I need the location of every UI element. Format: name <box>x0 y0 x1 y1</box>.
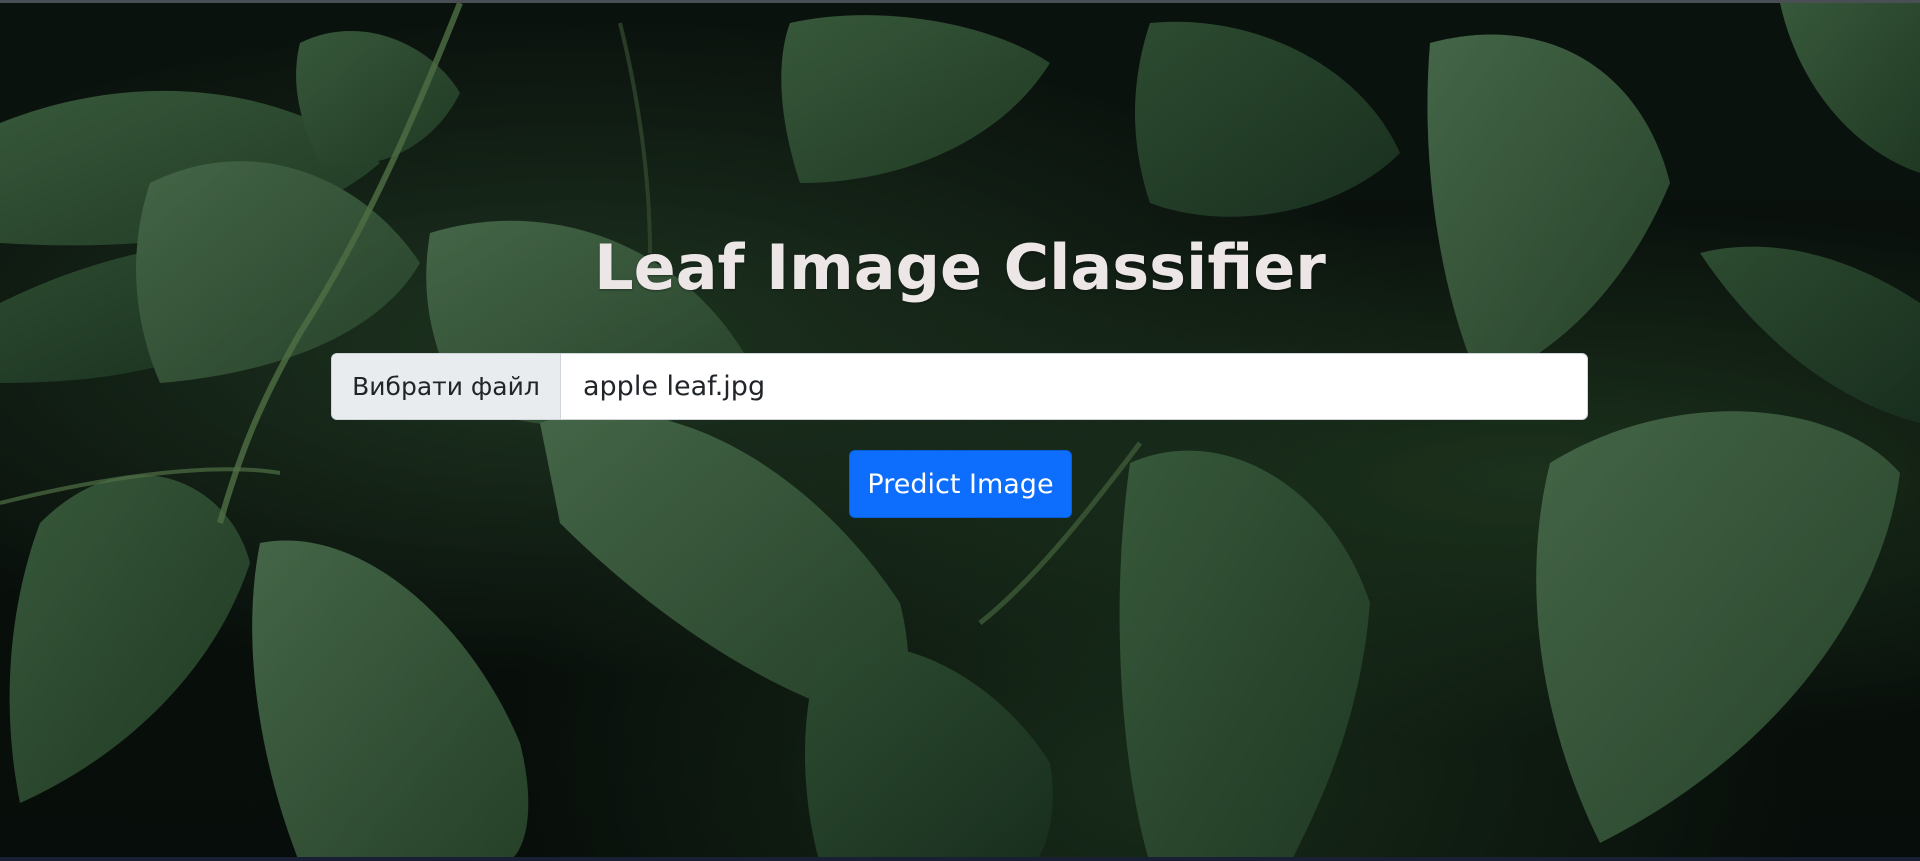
leaves-illustration <box>0 3 1920 857</box>
predict-image-button[interactable]: Predict Image <box>849 450 1072 518</box>
choose-file-button[interactable]: Вибрати файл <box>332 354 561 419</box>
page: Leaf Image Classifier Вибрати файл apple… <box>0 0 1920 861</box>
page-title: Leaf Image Classifier <box>594 231 1326 304</box>
file-input-group[interactable]: Вибрати файл apple leaf.jpg <box>331 353 1588 420</box>
selected-file-name: apple leaf.jpg <box>583 371 766 402</box>
leaf-background-image <box>0 3 1920 857</box>
